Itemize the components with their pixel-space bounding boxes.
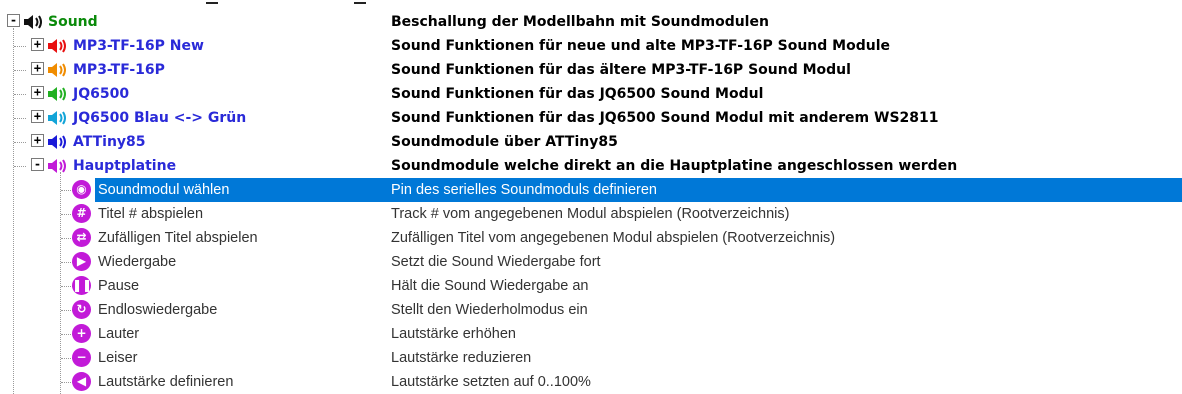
node-label: Zufälligen Titel abspielen [98, 230, 258, 246]
repeat-icon: ↻ [72, 300, 91, 319]
play-icon: ▶ [72, 252, 91, 271]
node-description: Lautstärke reduzieren [391, 350, 532, 366]
expand-toggle[interactable]: - [31, 158, 44, 171]
tree-node-sound[interactable]: - Sound Beschallung der Modellbahn mit S… [0, 10, 1182, 34]
tree-branch-line [14, 118, 26, 119]
node-label: JQ6500 [73, 86, 130, 102]
tree-node-group[interactable]: + MP3-TF-16P New Sound Funktionen für neue… [0, 34, 1182, 58]
expand-toggle[interactable]: + [31, 86, 44, 99]
node-description: Sound Funktionen für das JQ6500 Sound Mo… [391, 110, 939, 126]
node-description: Zufälligen Titel vom angegebenen Modul a… [391, 230, 836, 246]
speaker-icon [24, 15, 42, 29]
shuffle-icon: ⇄ [72, 228, 91, 247]
node-label: ATTiny85 [73, 134, 146, 150]
tree-branch-line [14, 46, 26, 47]
tree-branch-line [14, 142, 26, 143]
collapse-toggle[interactable]: - [7, 14, 20, 27]
node-label: Endloswiedergabe [98, 302, 218, 318]
node-description: Setzt die Sound Wiedergabe fort [391, 254, 601, 270]
speaker-icon [48, 87, 66, 101]
tree-node-action[interactable]: ▶ Wiedergabe Setzt die Sound Wiedergabe fo… [0, 250, 1182, 274]
tree-branch-line [14, 70, 26, 71]
hash-icon: # [72, 204, 91, 223]
plus-icon: + [72, 324, 91, 343]
expand-toggle[interactable]: + [31, 110, 44, 123]
expand-toggle[interactable]: + [31, 38, 44, 51]
tree-node-group[interactable]: + JQ6500 Blau <-> Grün Sound Funktionen fü… [0, 106, 1182, 130]
node-description: Sound Funktionen für das JQ6500 Sound Mo… [391, 86, 764, 102]
tree-branch-line [14, 94, 26, 95]
tree-node-action[interactable]: ↻ Endloswiedergabe Stellt den Wiederholmod… [0, 298, 1182, 322]
tree-node-group[interactable]: - Hauptplatine Soundmodule welche direkt a… [0, 154, 1182, 178]
node-label: MP3-TF-16P New [73, 38, 204, 54]
node-description: Soundmodule welche direkt an die Hauptpl… [391, 158, 958, 174]
node-label: Titel # abspielen [98, 206, 204, 222]
tree-node-action[interactable]: + Lauter Lautstärke erhöhen [0, 322, 1182, 346]
node-description: Soundmodule über ATTiny85 [391, 134, 618, 150]
tree-branch-line [14, 166, 26, 167]
tree-node-action[interactable]: ⇄ Zufälligen Titel abspielen Zufälligen Ti… [0, 226, 1182, 250]
node-label: Wiedergabe [98, 254, 177, 270]
pause-icon: ❚❚ [72, 276, 92, 295]
tree-node-action[interactable]: ❚❚ Pause Hält die Sound Wiedergabe an [0, 274, 1182, 298]
eye-icon: ◉ [72, 180, 91, 199]
clipped-previous-row [0, 0, 1182, 6]
node-description: Lautstärke erhöhen [391, 326, 516, 342]
tree-node-group[interactable]: + MP3-TF-16P Sound Funktionen für das älte… [0, 58, 1182, 82]
node-label: MP3-TF-16P [73, 62, 165, 78]
node-label: Hauptplatine [73, 158, 177, 174]
tree-node-action[interactable]: ◀ Lautstärke definieren Lautstärke setzten… [0, 370, 1182, 394]
node-label: Lautstärke definieren [98, 374, 234, 390]
tree-node-group[interactable]: + JQ6500 Sound Funktionen für das JQ6500 S… [0, 82, 1182, 106]
node-description: Beschallung der Modellbahn mit Soundmodu… [391, 14, 769, 30]
node-label: Lauter [98, 326, 140, 342]
speaker-icon [48, 39, 66, 53]
node-description: Track # vom angegebenen Modul abspielen … [391, 206, 790, 222]
node-label: JQ6500 Blau <-> Grün [73, 110, 247, 126]
minus-icon: − [72, 348, 91, 367]
speaker-icon [48, 159, 66, 173]
node-label: Soundmodul wählen [98, 182, 230, 198]
node-description: Lautstärke setzten auf 0..100% [391, 374, 591, 390]
speaker-icon [48, 135, 66, 149]
volume-icon: ◀ [72, 372, 91, 391]
node-description: Sound Funktionen für neue und alte MP3-T… [391, 38, 890, 54]
expand-toggle[interactable]: + [31, 134, 44, 147]
tree-node-action[interactable]: # Titel # abspielen Track # vom angegebene… [0, 202, 1182, 226]
node-description: Sound Funktionen für das ältere MP3-TF-1… [391, 62, 851, 78]
node-label: Sound [48, 14, 98, 30]
speaker-icon [48, 111, 66, 125]
tree-node-group[interactable]: + ATTiny85 Soundmodule über ATTiny85 [0, 130, 1182, 154]
expand-toggle[interactable]: + [31, 62, 44, 75]
sound-tree-view[interactable]: - Sound Beschallung der Modellbahn mit S… [0, 10, 1182, 394]
node-description: Stellt den Wiederholmodus ein [391, 302, 588, 318]
node-description: Hält die Sound Wiedergabe an [391, 278, 589, 294]
speaker-icon [48, 63, 66, 77]
node-description: Pin des serielles Soundmoduls definieren [391, 182, 657, 198]
node-label: Pause [98, 278, 140, 294]
node-label: Leiser [98, 350, 138, 366]
tree-node-action[interactable]: ◉ Soundmodul wählen Pin des serielles Soun… [0, 178, 1182, 202]
tree-node-action[interactable]: − Leiser Lautstärke reduzieren [0, 346, 1182, 370]
